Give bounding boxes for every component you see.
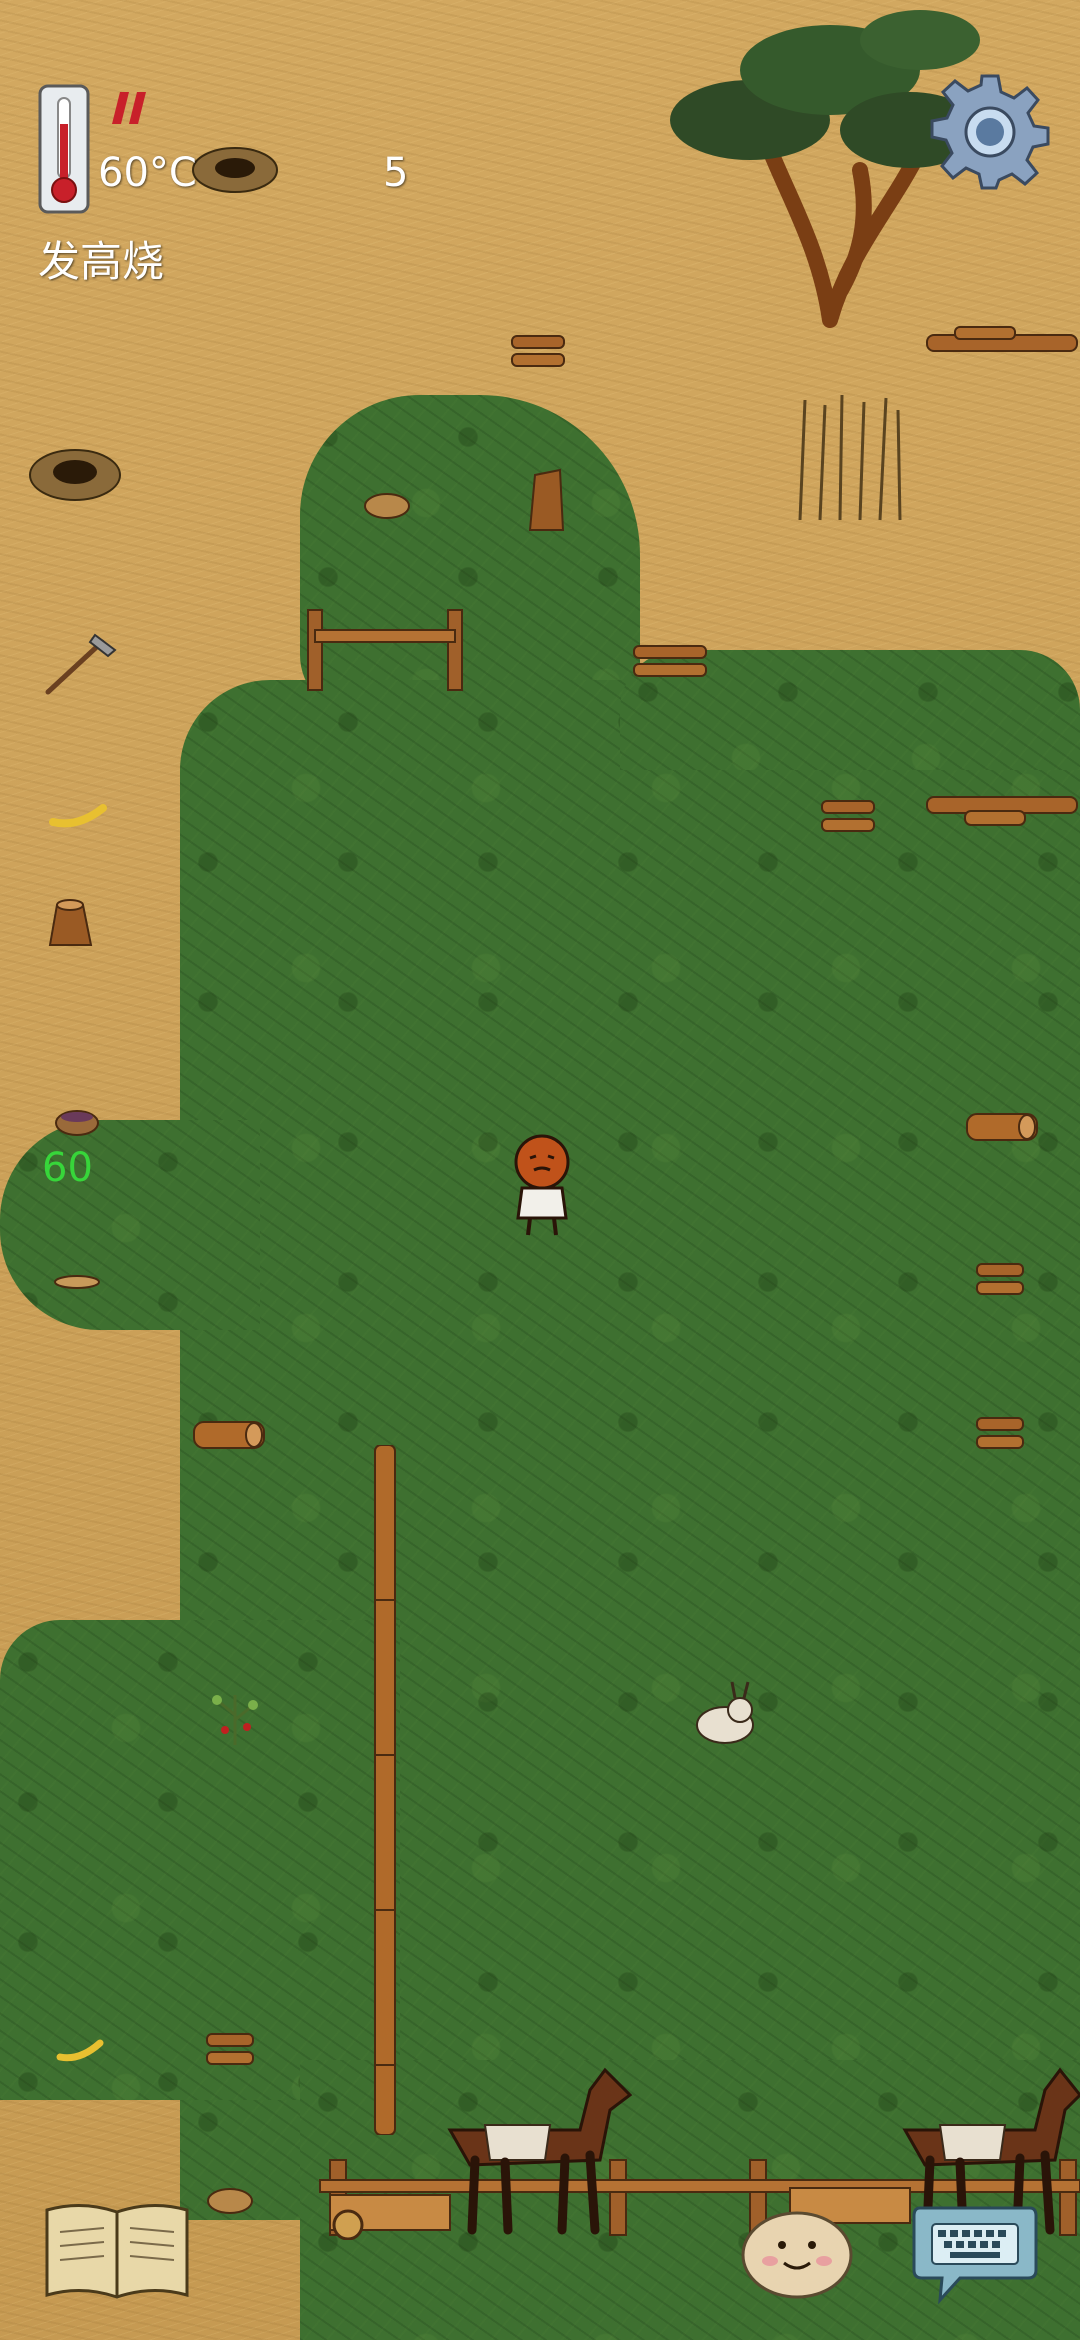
log-pile[interactable] [510,330,566,374]
counter-value: 5 [383,150,409,196]
floating-number: 60 [42,1145,93,1191]
long-log[interactable] [925,325,1080,369]
heat-warning-icon [102,90,152,126]
rabbit-hole[interactable] [20,430,130,510]
clay-bowl[interactable] [362,490,412,522]
log-pile[interactable] [205,2028,255,2072]
log[interactable] [192,1418,267,1452]
rabbit-hole[interactable] [185,120,285,200]
berry-bowl[interactable] [52,1105,102,1139]
tree-stump[interactable] [515,455,575,535]
log-pile[interactable] [975,1258,1025,1302]
log-pile[interactable] [820,795,876,839]
clay-bowl[interactable] [205,2185,255,2217]
reed-bundle[interactable] [780,390,920,525]
player-character[interactable] [500,1130,585,1240]
wild-rabbit[interactable] [680,1680,770,1750]
face-icon[interactable] [740,2205,855,2300]
status-effect-label: 发高烧 [38,237,165,286]
log-pile[interactable] [975,1412,1025,1456]
log[interactable] [965,1110,1040,1144]
grass-patch [0,1120,260,1330]
tree-stump[interactable] [25,890,115,950]
stone-hatchet[interactable] [40,630,120,700]
banana[interactable] [48,800,108,830]
book-icon[interactable] [42,2200,192,2305]
grass-patch [0,1620,400,2100]
banana[interactable] [55,2035,105,2065]
game-world[interactable] [0,0,1080,2340]
temperature-readout: 60°C [98,150,197,196]
thermometer-icon [38,84,90,214]
tall-fence[interactable] [370,1445,400,2135]
gear-icon[interactable] [930,70,1050,190]
long-log[interactable] [925,785,1080,835]
wooden-fence[interactable] [300,605,470,695]
gooseberry-bush[interactable] [205,1685,265,1750]
flat-stone[interactable] [52,1272,102,1292]
keyboard-icon[interactable] [910,2200,1040,2305]
log-pile[interactable] [630,640,710,684]
saddled-horse[interactable] [430,2050,640,2240]
